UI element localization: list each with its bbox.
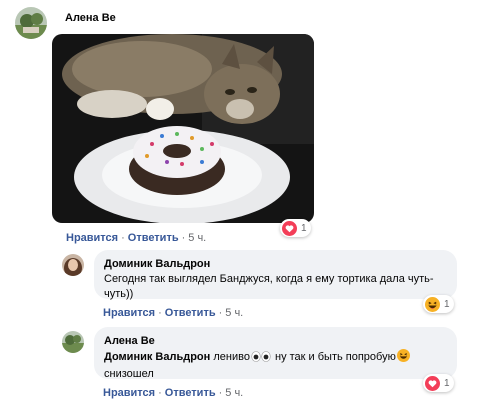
comment-reaction[interactable]: 1 xyxy=(280,219,311,237)
like-link[interactable]: Нравится xyxy=(103,387,155,399)
separator: · xyxy=(218,307,223,319)
eyes-emoji-icon xyxy=(251,351,271,367)
reply-actions: Нравится · Ответить · 5 ч. xyxy=(103,307,243,319)
reply-text-part: ну так и быть попробую xyxy=(271,351,396,363)
reply-actions: Нравится · Ответить · 5 ч. xyxy=(103,387,243,399)
timestamp[interactable]: 5 ч. xyxy=(225,387,243,399)
reply-author[interactable]: Алена Ве xyxy=(104,334,447,349)
reply-bubble: Алена Ве Доминик Вальдрон лениво ну так … xyxy=(94,327,457,382)
separator: · xyxy=(158,387,162,399)
timestamp[interactable]: 5 ч. xyxy=(225,307,243,319)
timestamp[interactable]: 5 ч. xyxy=(188,232,206,244)
haha-reaction-icon xyxy=(425,296,440,312)
avatar-alena[interactable] xyxy=(15,7,47,39)
like-link[interactable]: Нравится xyxy=(103,307,155,319)
reaction-count: 1 xyxy=(301,222,307,234)
reply-reaction[interactable]: 1 xyxy=(423,295,454,313)
comment-actions: Нравится · Ответить · 5 ч. xyxy=(66,232,206,244)
attached-photo[interactable] xyxy=(52,34,314,223)
reaction-count: 1 xyxy=(444,298,450,310)
separator: · xyxy=(121,232,125,244)
reply-author[interactable]: Доминик Вальдрон xyxy=(104,257,447,272)
separator: · xyxy=(158,307,162,319)
reply-text-part: снизошел xyxy=(104,368,154,380)
avatar-alena-small[interactable] xyxy=(62,331,84,353)
reply-text: Сегодня так выглядел Банджуся, когда я е… xyxy=(104,273,434,300)
reply-link[interactable]: Ответить xyxy=(165,387,216,399)
reply-bubble: Доминик Вальдрон Сегодня так выглядел Ба… xyxy=(94,250,457,300)
separator: · xyxy=(181,232,186,244)
avatar-dominik[interactable] xyxy=(62,254,84,276)
reply-link[interactable]: Ответить xyxy=(165,307,216,319)
mention-link[interactable]: Доминик Вальдрон xyxy=(104,351,210,363)
reply-text: Доминик Вальдрон лениво ну так и быть по… xyxy=(104,349,447,382)
heart-reaction-icon xyxy=(282,220,297,236)
reply-reaction[interactable]: 1 xyxy=(423,374,454,392)
reaction-count: 1 xyxy=(444,377,450,389)
heart-reaction-icon xyxy=(425,375,440,391)
separator: · xyxy=(218,387,223,399)
reply-text-part: лениво xyxy=(210,351,250,363)
laughing-emoji-icon xyxy=(396,349,410,367)
comment-author[interactable]: Алена Ве xyxy=(65,12,116,24)
like-link[interactable]: Нравится xyxy=(66,232,118,244)
reply-link[interactable]: Ответить xyxy=(128,232,179,244)
